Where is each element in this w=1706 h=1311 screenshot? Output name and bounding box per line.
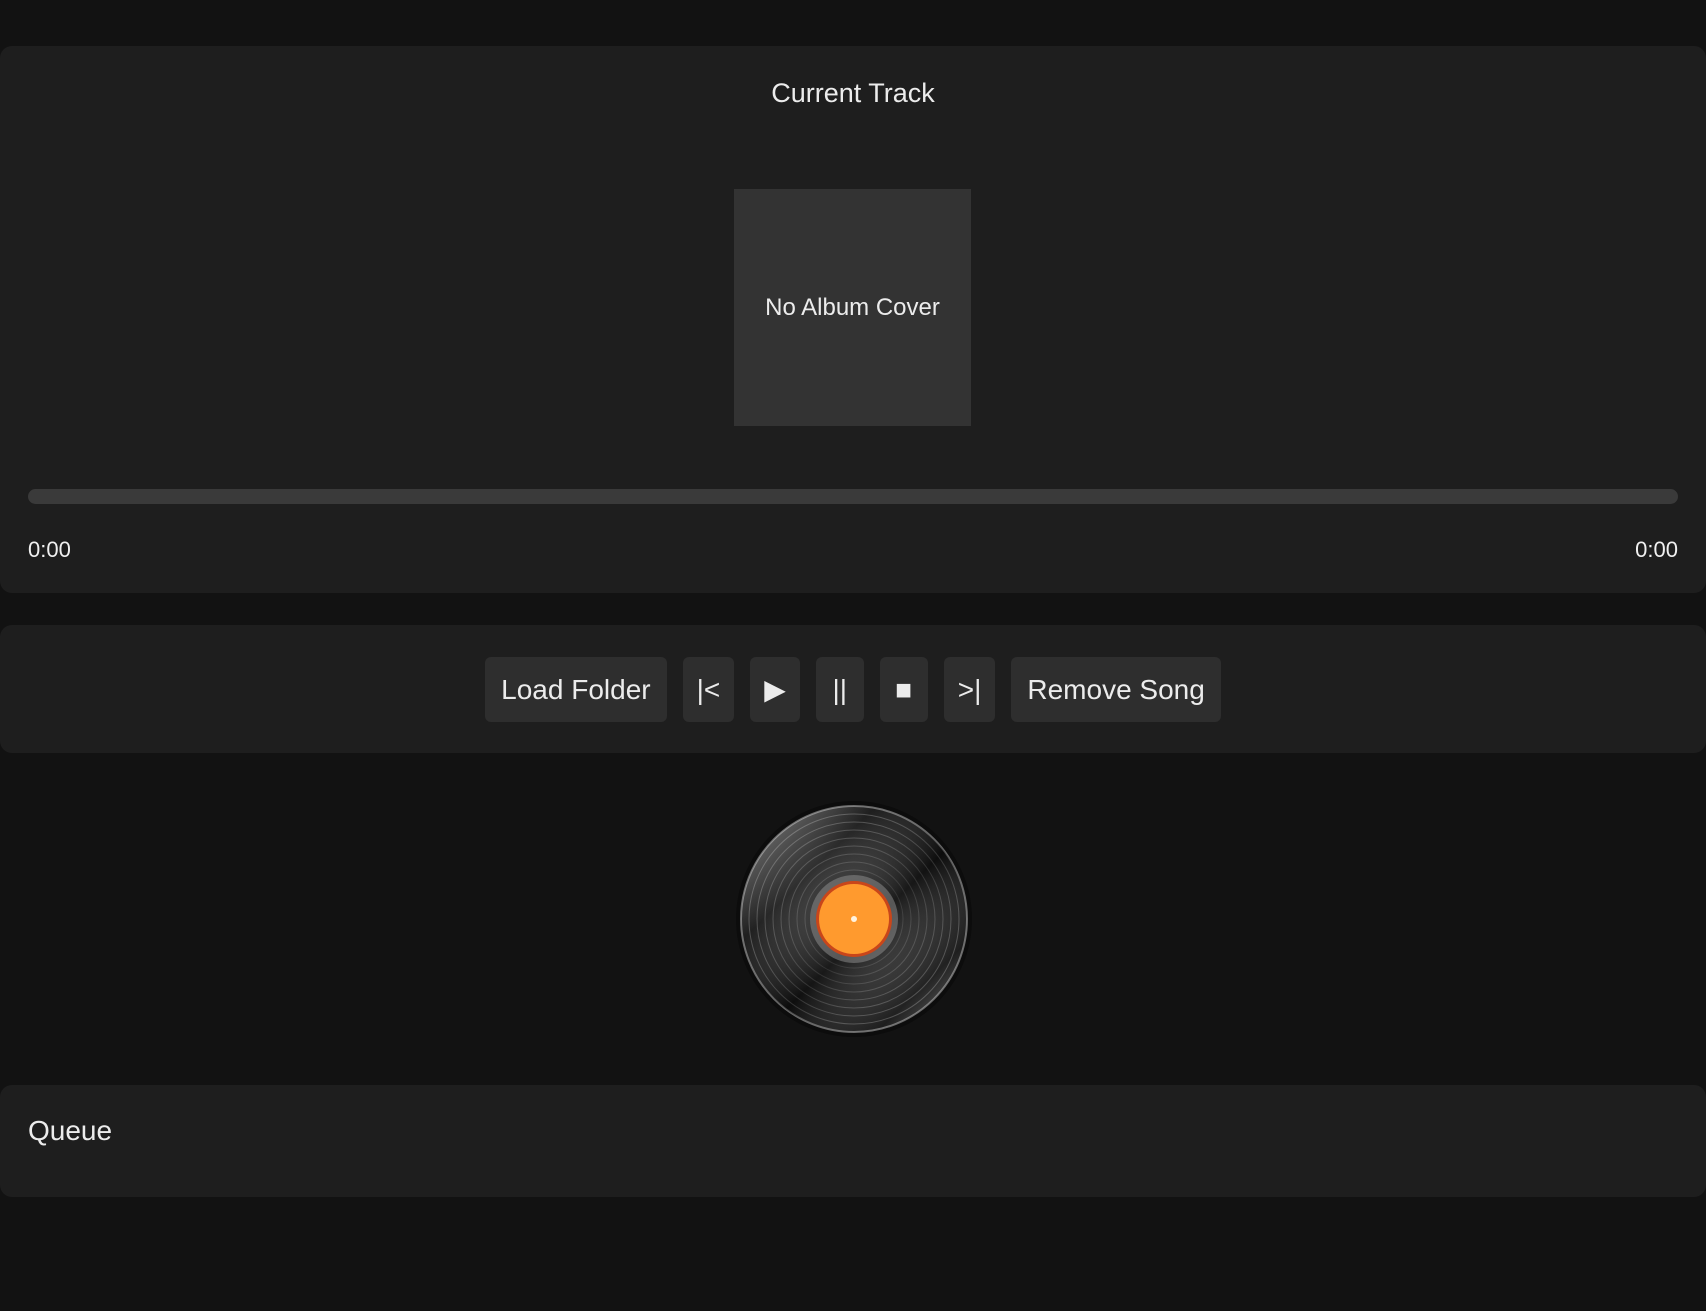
current-track-title: Current Track [771,78,935,108]
controls-panel: Load Folder |< ▶ || ■ >| Remove Song [0,625,1706,753]
time-total: 0:00 [1635,537,1678,562]
album-cover: No Album Cover [734,189,971,426]
previous-button[interactable]: |< [682,657,735,722]
queue-panel: Queue [0,1085,1706,1197]
pause-button[interactable]: || [815,657,864,722]
queue-title: Queue [28,1115,113,1146]
progress-bar[interactable] [28,489,1678,504]
vinyl-record-graphic [736,801,972,1037]
stop-button[interactable]: ■ [879,657,928,722]
remove-song-button[interactable]: Remove Song [1011,657,1221,722]
vinyl-record-icon [735,800,973,1038]
album-cover-placeholder-text: No Album Cover [765,293,940,321]
time-current: 0:00 [28,537,71,562]
next-button[interactable]: >| [943,657,996,722]
current-track-panel: Current Track No Album Cover 0:00 0:00 [0,46,1706,593]
load-folder-button[interactable]: Load Folder [485,657,667,722]
controls-row: Load Folder |< ▶ || ■ >| Remove Song [0,657,1706,722]
play-button[interactable]: ▶ [750,657,800,722]
